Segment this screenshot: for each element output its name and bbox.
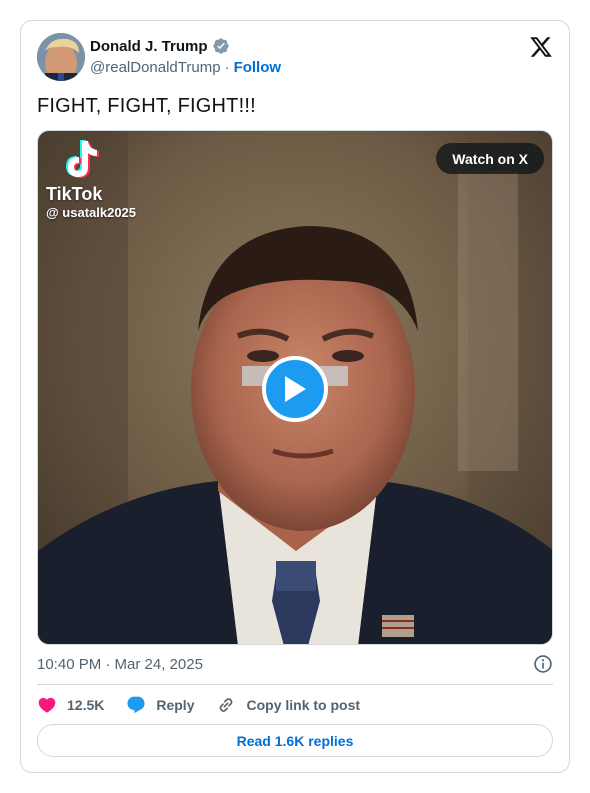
heart-icon [38, 697, 56, 713]
play-icon [285, 376, 306, 402]
reply-label: Reply [156, 697, 195, 713]
reply-button[interactable]: Reply [126, 695, 194, 715]
copy-link-label: Copy link to post [246, 697, 361, 713]
embedded-post-card: Donald J. Trump @realDonaldTrump · Follo… [20, 20, 570, 773]
tiktok-logo-icon [66, 140, 99, 178]
like-button[interactable]: 12.5K [37, 695, 104, 715]
verified-badge-icon [212, 38, 229, 54]
video-player[interactable]: TikTok @ usatalk2025 Watch on X [37, 130, 553, 645]
x-logo-icon[interactable] [529, 35, 553, 59]
read-replies-button[interactable]: Read 1.6K replies [37, 724, 553, 757]
author-name-row: Donald J. Trump [90, 37, 230, 55]
separator-dot: · [224, 59, 230, 76]
author-handle-row: @realDonaldTrump · Follow [90, 59, 281, 76]
info-icon[interactable] [533, 654, 553, 674]
tiktok-username: @ usatalk2025 [46, 205, 137, 220]
action-bar: 12.5K Reply Copy link to post [37, 693, 553, 717]
play-button[interactable] [262, 356, 328, 422]
timestamp-row: 10:40 PM · Mar 24, 2025 [37, 653, 553, 675]
speech-bubble-icon [127, 696, 145, 714]
tiktok-brand-text: TikTok [46, 184, 103, 204]
post-text: FIGHT, FIGHT, FIGHT!!! [37, 95, 256, 117]
tiktok-watermark: TikTok @ usatalk2025 [46, 139, 136, 220]
copy-link-button[interactable]: Copy link to post [216, 695, 360, 715]
post-timestamp[interactable]: 10:40 PM · Mar 24, 2025 [37, 656, 203, 673]
divider [37, 684, 553, 685]
follow-button[interactable]: Follow [234, 59, 282, 76]
watch-on-x-button[interactable]: Watch on X [436, 143, 544, 174]
author-display-name[interactable]: Donald J. Trump [90, 38, 208, 55]
link-icon [220, 698, 233, 712]
post-header: Donald J. Trump @realDonaldTrump · Follo… [37, 33, 553, 83]
author-handle[interactable]: @realDonaldTrump [90, 59, 221, 76]
like-count: 12.5K [67, 697, 105, 713]
avatar[interactable] [37, 33, 85, 81]
